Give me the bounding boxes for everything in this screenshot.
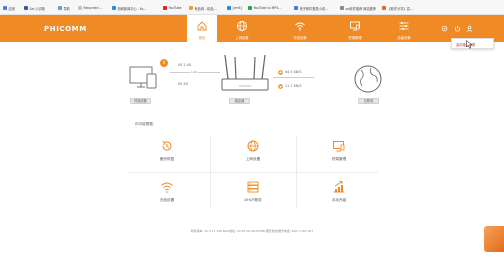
- terminal-count-badge: 0: [160, 59, 168, 67]
- bookmark-item[interactable]: [zmlt]: [227, 5, 242, 11]
- band-24g-count: 00 2.4G: [178, 63, 192, 67]
- globe-icon: [247, 140, 259, 152]
- brand-logo: PHICOMM: [44, 25, 87, 33]
- nav-label: 终端管理: [348, 36, 362, 40]
- bookmark-item[interactable]: Recorded ...: [78, 5, 103, 11]
- nav-label: 无线设置: [293, 36, 307, 40]
- upload-speed: 44.5 KB/S: [285, 70, 302, 74]
- sliders-icon: [399, 22, 409, 30]
- bookmark-favicon-icon: [340, 6, 344, 10]
- tile-label: 终端管理: [331, 157, 347, 161]
- bookmark-item[interactable]: Sai 小清新: [24, 5, 45, 11]
- wifi-icon: [295, 22, 305, 31]
- bookmark-item[interactable]: 导航: [58, 5, 70, 11]
- internet-label[interactable]: 互联网: [358, 98, 379, 104]
- tile-dhcp-service[interactable]: DHCP服务: [210, 172, 296, 213]
- nav-label: 首页: [198, 36, 206, 40]
- bookmark-favicon-icon: [248, 6, 252, 10]
- bookmark-favicon-icon: [78, 6, 82, 10]
- bookmark-favicon-icon: [189, 6, 193, 10]
- nav-terminal-management[interactable]: 终端管理: [340, 15, 370, 42]
- tile-label: 上网设置: [245, 157, 261, 161]
- tile-label: 备份恢复: [159, 157, 175, 161]
- section-title: 你可能需要:: [135, 122, 155, 126]
- bookmark-item[interactable]: 电子邮件登录小说...: [294, 5, 328, 11]
- router-header: PHICOMM 首页 上网设置 无线设置 终端管理 高级设置: [0, 15, 504, 42]
- quick-actions-grid: 备份恢复 上网设置 终端管理 无线设置 DHCP服务 手动升级: [124, 131, 382, 213]
- bookmark-item[interactable]: 浙网新闻中心 - Yo...: [112, 5, 146, 11]
- bookmark-item[interactable]: oe软件推荐 网站推荐: [340, 5, 376, 11]
- tile-terminal-management[interactable]: 终端管理: [296, 131, 382, 172]
- bookmark-item[interactable]: 应用: [3, 5, 15, 11]
- terminal-devices-label[interactable]: 终端设备: [130, 98, 151, 104]
- monitor-icon: [333, 141, 345, 152]
- lan-label: LAN: [190, 70, 199, 74]
- nav-advanced-settings[interactable]: 高级设置: [389, 15, 419, 42]
- bookmark-favicon-icon: [58, 6, 62, 10]
- settings-icon[interactable]: [441, 25, 448, 32]
- globe-icon: [237, 21, 247, 31]
- nav-label: 上网设置: [235, 36, 249, 40]
- tile-label: 手动升级: [331, 198, 347, 202]
- nav-home[interactable]: 首页: [187, 15, 217, 42]
- mouse-cursor-icon: [466, 40, 473, 49]
- bookmarks-bar: 应用 Sai 小清新 导航 Recorded ... 浙网新闻中心 - Yo..…: [0, 0, 504, 15]
- bookmark-item[interactable]: YouTube to MP4...: [248, 5, 281, 11]
- power-icon[interactable]: [454, 25, 461, 32]
- tile-label: 无线设置: [159, 198, 175, 202]
- nav-label: 高级设置: [397, 36, 411, 40]
- tile-backup-restore[interactable]: 备份恢复: [124, 131, 210, 172]
- upload-arrow-icon: [278, 70, 283, 75]
- bookmark-favicon-icon: [112, 6, 116, 10]
- bookmark-item[interactable]: 【软件分享】高...: [382, 5, 413, 11]
- bookmark-item[interactable]: 有品网 - 精品...: [189, 5, 217, 11]
- tile-wireless-settings[interactable]: 无线设置: [124, 172, 210, 213]
- home-icon: [197, 21, 207, 31]
- tile-manual-upgrade[interactable]: 手动升级: [296, 172, 382, 213]
- floating-side-button[interactable]: [484, 226, 504, 252]
- wan-line: [273, 77, 314, 78]
- bookmark-favicon-icon: [294, 6, 298, 10]
- nav-internet-settings[interactable]: 上网设置: [227, 15, 257, 42]
- nav-wireless-settings[interactable]: 无线设置: [285, 15, 315, 42]
- terminal-device-icon: [129, 66, 157, 89]
- youtube-icon: [163, 6, 167, 10]
- apps-icon: [3, 6, 7, 10]
- bookmark-favicon-icon: [24, 6, 28, 10]
- dhcp-icon: [247, 181, 259, 193]
- tile-internet-settings[interactable]: 上网设置: [210, 131, 296, 172]
- band-5g-count: 00 5G: [178, 82, 189, 86]
- footer-info: 软件版本: 22.3.17.148 MAC地址: CC:07:DA:69:E9:…: [190, 229, 314, 233]
- upgrade-icon: [333, 181, 345, 193]
- router-label[interactable]: 路由器: [229, 98, 250, 104]
- bookmark-item[interactable]: YouTube: [163, 5, 181, 11]
- wifi-icon: [161, 182, 173, 193]
- download-arrow-icon: [278, 84, 283, 89]
- bookmark-favicon-icon: [227, 6, 231, 10]
- restore-icon: [162, 141, 172, 151]
- internet-globe-icon: [354, 65, 382, 93]
- tile-label: DHCP服务: [244, 198, 262, 202]
- bookmark-favicon-icon: [382, 6, 386, 10]
- monitor-icon: [350, 21, 360, 31]
- download-speed: 11.7 KB/S: [285, 84, 302, 88]
- user-icon[interactable]: [466, 25, 473, 32]
- router-icon: [221, 54, 269, 91]
